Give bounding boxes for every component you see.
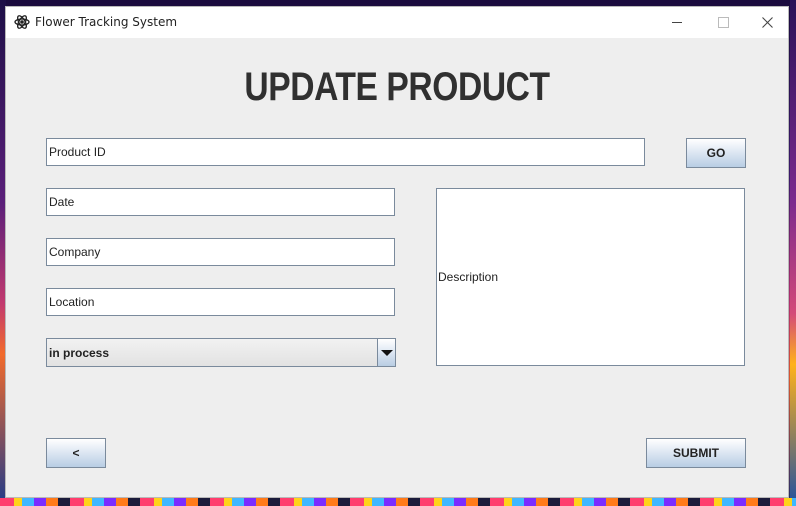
go-button[interactable]: GO (686, 138, 746, 168)
maximize-button[interactable] (700, 7, 746, 38)
close-icon (761, 17, 773, 28)
location-field[interactable]: Location (46, 288, 395, 316)
description-field[interactable]: Description (436, 188, 745, 366)
back-button[interactable]: < (46, 438, 106, 468)
submit-button[interactable]: SUBMIT (646, 438, 746, 468)
desktop-background-right (790, 0, 796, 506)
desktop-background-bottom (0, 498, 796, 506)
dropdown-arrow-button[interactable] (377, 339, 395, 366)
close-button[interactable] (744, 7, 790, 38)
app-window: Flower Tracking System UPDATE PRODUCT Pr… (5, 6, 789, 498)
company-field[interactable]: Company (46, 238, 395, 266)
product-id-field[interactable]: Product ID (46, 138, 645, 166)
minimize-icon (672, 22, 682, 23)
window-title: Flower Tracking System (35, 15, 178, 29)
minimize-button[interactable] (654, 7, 700, 38)
date-field[interactable]: Date (46, 188, 395, 216)
description-text: Description (438, 270, 499, 284)
maximize-icon (717, 17, 729, 28)
status-dropdown[interactable]: in process (46, 338, 396, 367)
page-title: UPDATE PRODUCT (244, 65, 550, 109)
flower-icon (14, 14, 30, 30)
title-bar[interactable]: Flower Tracking System (6, 7, 788, 38)
status-selected-value: in process (49, 346, 110, 360)
chevron-down-icon (380, 349, 393, 356)
